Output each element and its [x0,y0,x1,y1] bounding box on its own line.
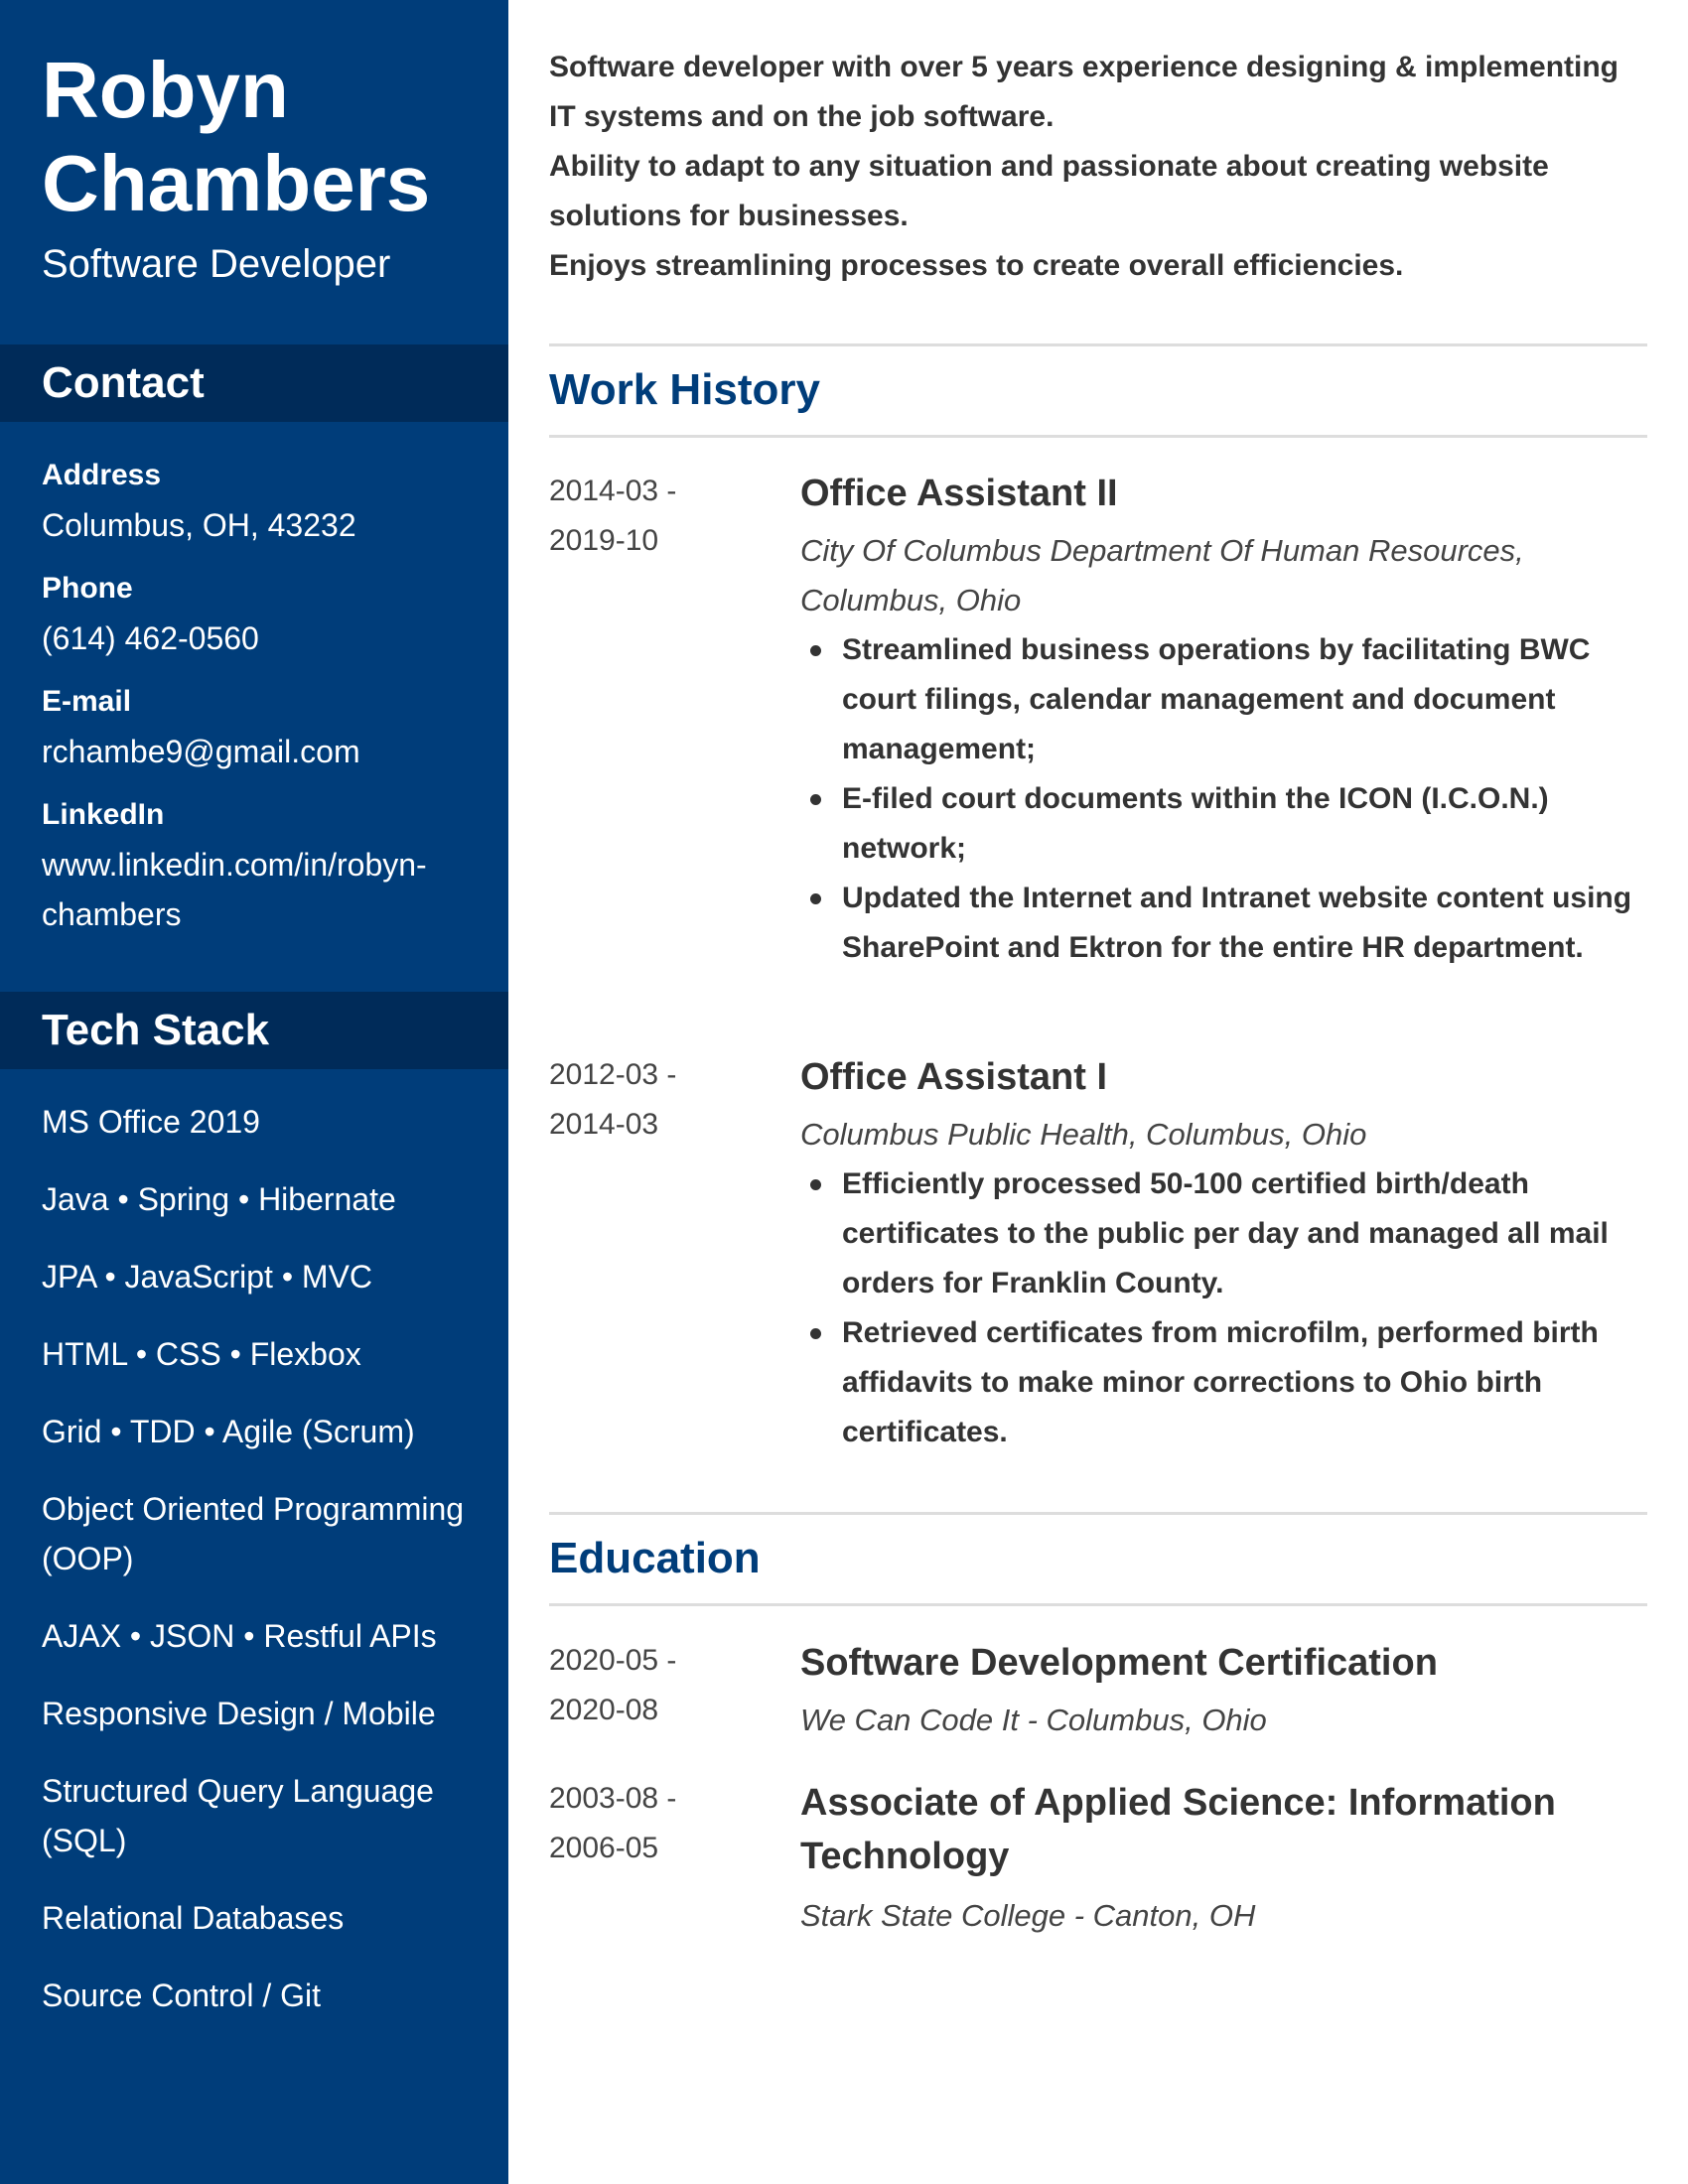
tech-stack-list: MS Office 2019 Java • Spring • Hibernate… [42,1097,479,2048]
tech-stack-item: Responsive Design / Mobile [42,1696,436,1731]
tech-stack-heading: Tech Stack [0,992,508,1069]
divider [549,435,1647,438]
job-bullet: Retrieved certificates from microfilm, p… [810,1308,1647,1457]
contact-label: LinkedIn [42,798,165,831]
summary-line: Software developer with over 5 years exp… [549,51,1618,133]
divider [549,1603,1647,1606]
summary: Software developer with over 5 years exp… [549,43,1647,291]
candidate-name: Robyn Chambers [42,44,498,230]
entry-dates: 2020-05 - 2020-08 [549,1636,787,1735]
school: Stark State College - Canton, OH [800,1898,1256,1933]
summary-line: Ability to adapt to any situation and pa… [549,150,1549,232]
tech-stack-item: HTML • CSS • Flexbox [42,1336,361,1372]
entry-dates: 2014-03 - 2019-10 [549,467,787,566]
divider [549,343,1647,346]
last-name: Chambers [42,139,431,227]
sidebar: Robyn Chambers Software Developer Contac… [0,0,508,2184]
job-organization: City Of Columbus Department Of Human Res… [800,533,1524,617]
work-history-heading: Work History [549,365,821,414]
tech-stack-item: Java • Spring • Hibernate [42,1181,396,1217]
tech-stack-item: AJAX • JSON • Restful APIs [42,1618,437,1654]
degree-title: Associate of Applied Science: Informatio… [800,1782,1556,1877]
entry-start: 2012-03 - [549,1058,677,1091]
tech-stack-item: JPA • JavaScript • MVC [42,1259,373,1295]
entry-end: 2019-10 [549,524,659,557]
entry-start: 2020-05 - [549,1644,677,1677]
tech-stack-item: Structured Query Language (SQL) [42,1773,434,1858]
entry-start: 2003-08 - [549,1782,677,1815]
contact-email: E-mail rchambe9@gmail.com [42,677,479,776]
contact-phone: Phone (614) 462-0560 [42,564,479,663]
entry-dates: 2003-08 - 2006-05 [549,1774,787,1873]
job-bullet: E-filed court documents within the ICON … [810,774,1647,874]
entry-content: Office Assistant I Columbus Public Healt… [800,1050,1647,1457]
tech-stack-item: Grid • TDD • Agile (Scrum) [42,1414,415,1449]
summary-line: Enjoys streamlining processes to create … [549,249,1404,282]
contact-heading: Contact [0,344,508,422]
job-bullet: Updated the Internet and Intranet websit… [810,874,1647,973]
job-bullet: Streamlined business operations by facil… [810,625,1647,774]
contact-list: Address Columbus, OH, 43232 Phone (614) … [42,451,479,953]
contact-address: Address Columbus, OH, 43232 [42,451,479,550]
first-name: Robyn [42,46,289,134]
entry-end: 2020-08 [549,1694,659,1726]
degree-title: Software Development Certification [800,1642,1438,1684]
tech-stack-item: Object Oriented Programming (OOP) [42,1491,465,1576]
tech-stack-item: MS Office 2019 [42,1104,260,1140]
job-bullets: Efficiently processed 50-100 certified b… [800,1160,1647,1457]
school: We Can Code It - Columbus, Ohio [800,1703,1267,1737]
entry-end: 2014-03 [549,1108,659,1141]
contact-value[interactable]: rchambe9@gmail.com [42,727,479,776]
job-title: Office Assistant I [800,1056,1108,1098]
candidate-role: Software Developer [42,242,391,286]
contact-label: Phone [42,572,133,605]
contact-label: Address [42,459,162,491]
tech-stack-item: Relational Databases [42,1900,345,1936]
entry-dates: 2012-03 - 2014-03 [549,1050,787,1150]
contact-label: E-mail [42,685,132,718]
contact-linkedin: LinkedIn www.linkedin.com/in/robyn-chamb… [42,790,479,939]
entry-end: 2006-05 [549,1832,659,1864]
divider [549,1512,1647,1515]
entry-content: Office Assistant II City Of Columbus Dep… [800,467,1647,973]
education-heading: Education [549,1534,761,1582]
job-title: Office Assistant II [800,473,1118,514]
job-bullet: Efficiently processed 50-100 certified b… [810,1160,1647,1308]
entry-content: Associate of Applied Science: Informatio… [800,1774,1647,1941]
contact-value: Columbus, OH, 43232 [42,507,356,543]
contact-value[interactable]: www.linkedin.com/in/robyn-chambers [42,840,479,939]
entry-content: Software Development Certification We Ca… [800,1636,1647,1745]
job-organization: Columbus Public Health, Columbus, Ohio [800,1117,1367,1152]
tech-stack-item: Source Control / Git [42,1978,321,2013]
contact-value: (614) 462-0560 [42,620,259,656]
job-bullets: Streamlined business operations by facil… [800,625,1647,973]
entry-start: 2014-03 - [549,475,677,507]
